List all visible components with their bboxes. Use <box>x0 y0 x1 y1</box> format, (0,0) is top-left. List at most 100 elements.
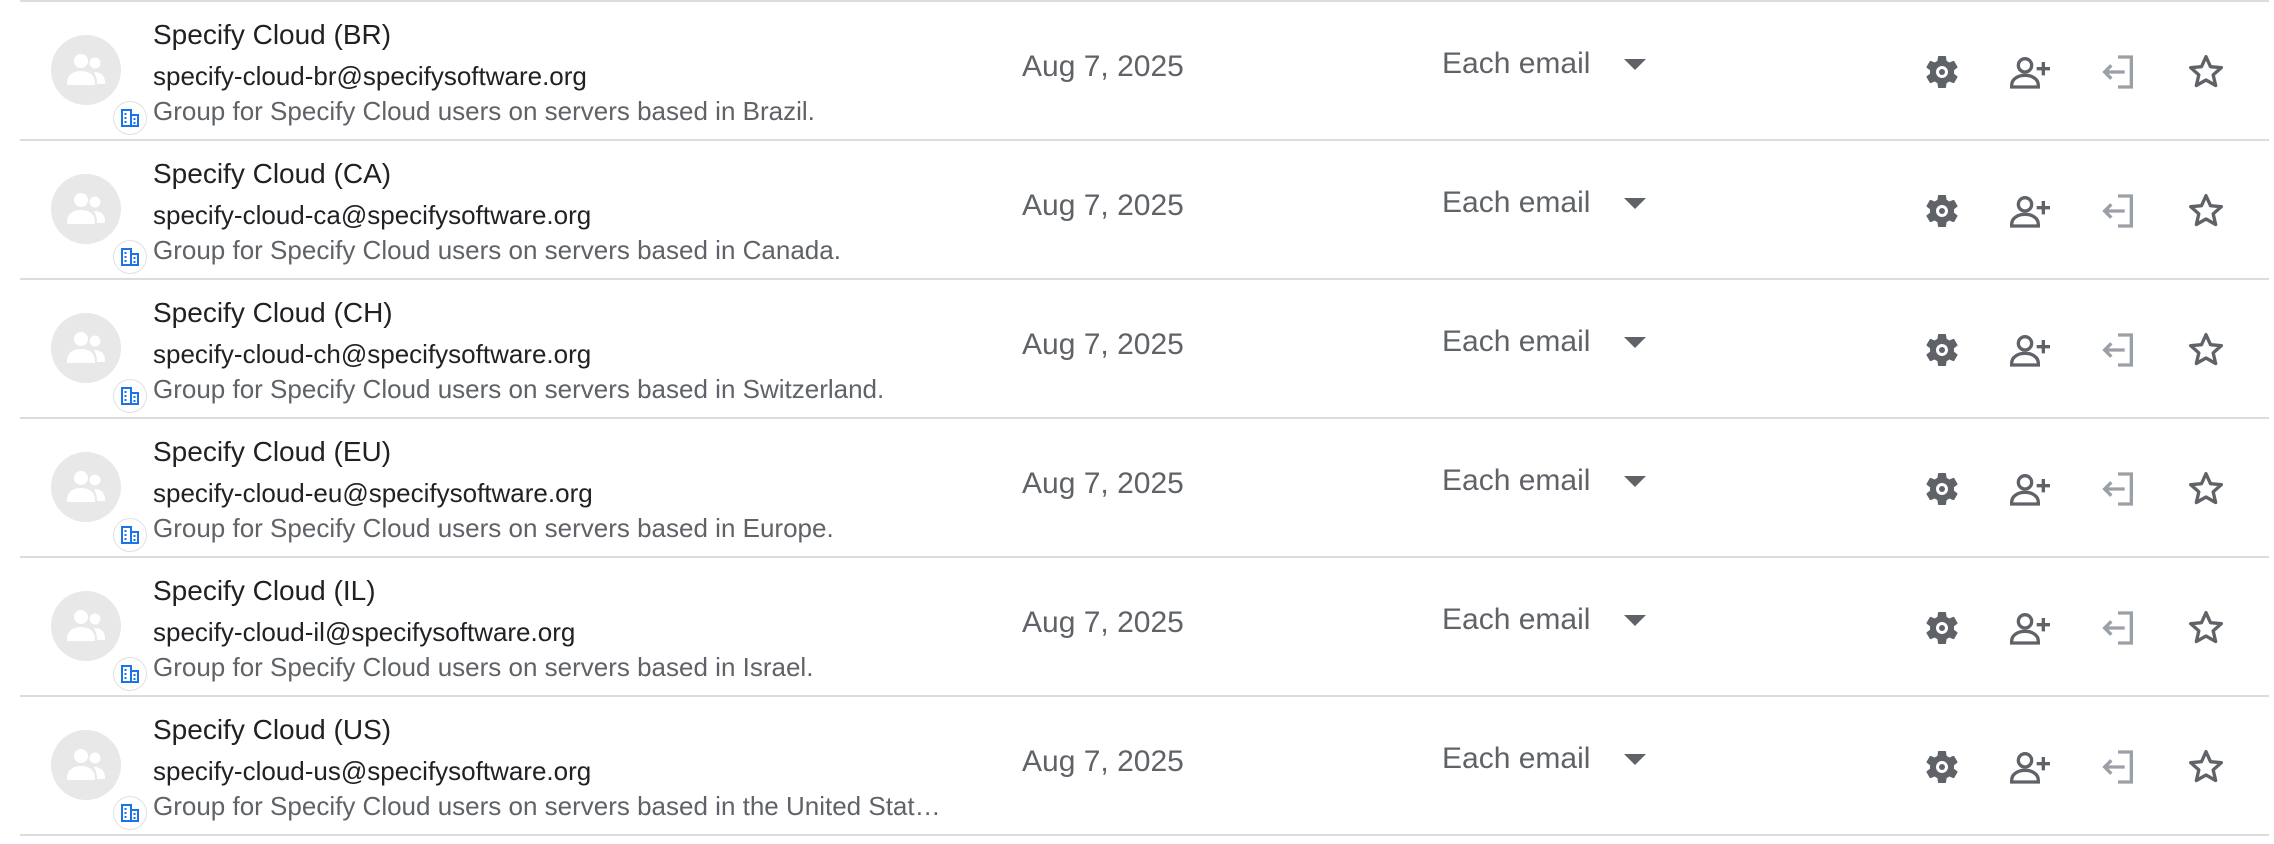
person-add-icon <box>2010 196 2050 228</box>
favorite-button[interactable] <box>2184 606 2228 650</box>
favorite-button[interactable] <box>2184 50 2228 94</box>
joined-date: Aug 7, 2025 <box>1022 606 1184 639</box>
subscription-label: Each email <box>1442 742 1591 775</box>
subscription-label: Each email <box>1442 47 1591 80</box>
star-outline-icon <box>2189 194 2223 227</box>
add-member-button[interactable] <box>2008 189 2052 233</box>
group-people-icon <box>67 471 105 502</box>
group-name[interactable]: Specify Cloud (EU) <box>153 436 391 468</box>
group-avatar <box>51 452 147 552</box>
leave-group-icon <box>2102 750 2133 784</box>
leave-group-button[interactable] <box>2096 50 2140 94</box>
star-outline-icon <box>2189 750 2223 783</box>
group-name[interactable]: Specify Cloud (US) <box>153 714 391 746</box>
gear-icon <box>1926 612 1958 644</box>
subscription-dropdown[interactable]: Each email <box>1442 600 1647 640</box>
group-email: specify-cloud-ch@specifysoftware.org <box>153 339 592 369</box>
organization-badge <box>113 796 147 830</box>
group-name[interactable]: Specify Cloud (CA) <box>153 158 391 190</box>
subscription-dropdown[interactable]: Each email <box>1442 739 1647 779</box>
leave-group-button[interactable] <box>2096 606 2140 650</box>
group-email: specify-cloud-us@specifysoftware.org <box>153 756 592 786</box>
group-name[interactable]: Specify Cloud (IL) <box>153 575 376 607</box>
joined-date: Aug 7, 2025 <box>1022 467 1184 500</box>
star-outline-icon <box>2189 55 2223 88</box>
gear-icon <box>1926 473 1958 505</box>
group-avatar <box>51 35 147 135</box>
organization-building-icon <box>121 109 139 127</box>
group-row[interactable]: Specify Cloud (CH) specify-cloud-ch@spec… <box>20 278 2269 417</box>
gear-icon <box>1926 195 1958 227</box>
group-description: Group for Specify Cloud users on servers… <box>153 513 834 543</box>
settings-button[interactable] <box>1920 50 1964 94</box>
group-name[interactable]: Specify Cloud (CH) <box>153 297 393 329</box>
leave-group-button[interactable] <box>2096 745 2140 789</box>
group-row[interactable]: Specify Cloud (EU) specify-cloud-eu@spec… <box>20 417 2269 556</box>
group-description: Group for Specify Cloud users on servers… <box>153 791 941 821</box>
person-add-icon <box>2010 335 2050 367</box>
settings-button[interactable] <box>1920 467 1964 511</box>
organization-badge <box>113 101 147 135</box>
organization-building-icon <box>121 387 139 405</box>
add-member-button[interactable] <box>2008 50 2052 94</box>
add-member-button[interactable] <box>2008 745 2052 789</box>
group-email: specify-cloud-br@specifysoftware.org <box>153 61 587 91</box>
add-member-button[interactable] <box>2008 328 2052 372</box>
group-row[interactable]: Specify Cloud (CA) specify-cloud-ca@spec… <box>20 139 2269 278</box>
group-avatar <box>51 174 147 274</box>
subscription-dropdown[interactable]: Each email <box>1442 44 1647 84</box>
group-name[interactable]: Specify Cloud (BR) <box>153 19 391 51</box>
leave-group-icon <box>2102 333 2133 367</box>
gear-icon <box>1926 334 1958 366</box>
star-outline-icon <box>2189 333 2223 366</box>
group-row[interactable]: Specify Cloud (US) specify-cloud-us@spec… <box>20 695 2269 836</box>
subscription-dropdown[interactable]: Each email <box>1442 461 1647 501</box>
settings-button[interactable] <box>1920 745 1964 789</box>
leave-group-button[interactable] <box>2096 328 2140 372</box>
settings-button[interactable] <box>1920 606 1964 650</box>
add-member-button[interactable] <box>2008 606 2052 650</box>
organization-building-icon <box>121 526 139 544</box>
subscription-label: Each email <box>1442 464 1591 497</box>
group-people-icon <box>67 54 105 85</box>
group-row[interactable]: Specify Cloud (IL) specify-cloud-il@spec… <box>20 556 2269 695</box>
group-people-icon <box>67 610 105 641</box>
organization-building-icon <box>121 248 139 266</box>
joined-date: Aug 7, 2025 <box>1022 328 1184 361</box>
subscription-dropdown[interactable]: Each email <box>1442 183 1647 223</box>
organization-badge <box>113 518 147 552</box>
leave-group-button[interactable] <box>2096 467 2140 511</box>
settings-button[interactable] <box>1920 189 1964 233</box>
group-avatar <box>51 313 147 413</box>
favorite-button[interactable] <box>2184 328 2228 372</box>
person-add-icon <box>2010 752 2050 784</box>
group-list: Specify Cloud (BR) specify-cloud-br@spec… <box>20 0 2269 836</box>
favorite-button[interactable] <box>2184 189 2228 233</box>
star-outline-icon <box>2189 472 2223 505</box>
group-email: specify-cloud-eu@specifysoftware.org <box>153 478 593 508</box>
joined-date: Aug 7, 2025 <box>1022 189 1184 222</box>
subscription-label: Each email <box>1442 186 1591 219</box>
add-member-button[interactable] <box>2008 467 2052 511</box>
leave-group-icon <box>2102 194 2133 228</box>
organization-badge <box>113 379 147 413</box>
organization-badge <box>113 240 147 274</box>
chevron-down-icon <box>1624 614 1647 626</box>
favorite-button[interactable] <box>2184 745 2228 789</box>
chevron-down-icon <box>1624 336 1647 348</box>
group-email: specify-cloud-il@specifysoftware.org <box>153 617 576 647</box>
leave-group-button[interactable] <box>2096 189 2140 233</box>
group-row[interactable]: Specify Cloud (BR) specify-cloud-br@spec… <box>20 0 2269 139</box>
joined-date: Aug 7, 2025 <box>1022 50 1184 83</box>
star-outline-icon <box>2189 611 2223 644</box>
organization-building-icon <box>121 804 139 822</box>
subscription-dropdown[interactable]: Each email <box>1442 322 1647 362</box>
settings-button[interactable] <box>1920 328 1964 372</box>
person-add-icon <box>2010 613 2050 645</box>
favorite-button[interactable] <box>2184 467 2228 511</box>
leave-group-icon <box>2102 611 2133 645</box>
group-people-icon <box>67 193 105 224</box>
subscription-label: Each email <box>1442 325 1591 358</box>
person-add-icon <box>2010 474 2050 506</box>
chevron-down-icon <box>1624 753 1647 765</box>
